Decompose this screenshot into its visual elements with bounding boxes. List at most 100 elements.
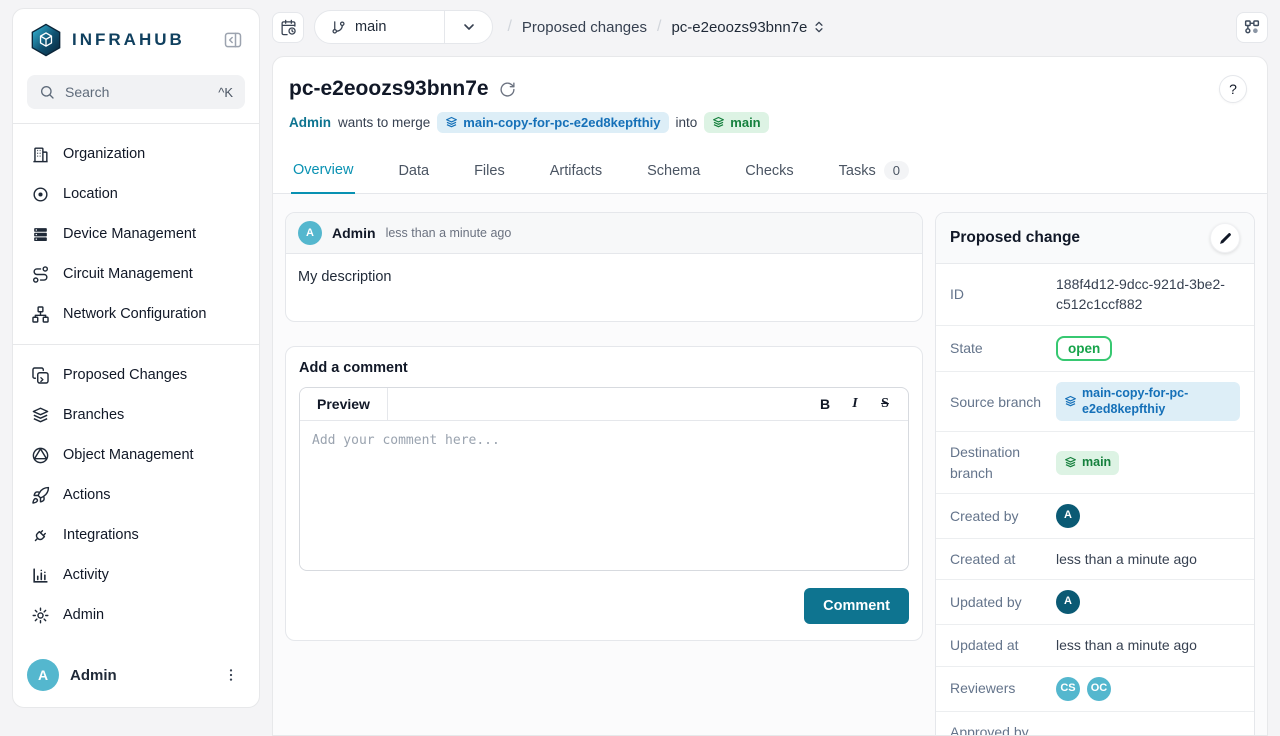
help-button[interactable]: ? [1219, 75, 1247, 103]
sidebar-item-integrations[interactable]: Integrations [13, 515, 259, 555]
layers-icon [445, 116, 458, 129]
calendar-clock-icon [280, 19, 297, 36]
comment-editor: Preview B I S [299, 387, 909, 571]
tab-data[interactable]: Data [396, 149, 431, 193]
comment-timestamp: less than a minute ago [386, 226, 512, 240]
comment-input[interactable] [300, 421, 908, 567]
reviewer-avatar: OC [1087, 677, 1111, 701]
sidebar-user[interactable]: A Admin [13, 645, 259, 707]
tasks-count-badge: 0 [884, 161, 909, 180]
kebab-menu-icon[interactable] [219, 663, 243, 687]
branch-selector-value: main [315, 11, 444, 43]
chevrons-up-down-icon [812, 20, 826, 34]
created-at-value: less than a minute ago [1044, 549, 1240, 569]
search-icon [39, 84, 55, 100]
search-shortcut: ^K [218, 85, 233, 100]
sidebar-item-location[interactable]: Location [13, 174, 259, 214]
format-buttons: B I S [812, 391, 908, 417]
rocket-icon [31, 486, 50, 505]
bar-chart-icon [31, 566, 50, 585]
source-branch-badge[interactable]: main-copy-for-pc-e2ed8kepfthiy [437, 112, 668, 133]
panel-row-created-by: Created by A [936, 494, 1254, 539]
panel-row-id: ID 188f4d12-9dcc-921d-3be2-c512c1ccf882 [936, 264, 1254, 326]
sidebar: INFRAHUB Search ^K Organization [12, 8, 260, 708]
reviewer-avatar: CS [1056, 677, 1080, 701]
italic-button[interactable]: I [842, 391, 868, 417]
sidebar-item-organization[interactable]: Organization [13, 134, 259, 174]
source-branch-badge[interactable]: main-copy-for-pc-e2ed8kepfthiy [1056, 382, 1240, 421]
sidebar-item-network-configuration[interactable]: Network Configuration [13, 294, 259, 334]
sidebar-item-label: Location [63, 186, 118, 202]
time-travel-button[interactable] [272, 12, 304, 43]
edit-button[interactable] [1210, 223, 1240, 253]
breadcrumb-current[interactable]: pc-e2eoozs93bnn7e [671, 19, 826, 36]
sidebar-collapse-icon[interactable] [221, 28, 245, 52]
building-icon [31, 145, 50, 164]
details-column: Proposed change ID 188f4d12-9dcc-921d-3b… [935, 212, 1255, 723]
destination-branch-badge[interactable]: main [1056, 451, 1119, 475]
tab-schema[interactable]: Schema [645, 149, 702, 193]
sidebar-item-device-management[interactable]: Device Management [13, 214, 259, 254]
comment-submit-button[interactable]: Comment [804, 588, 909, 624]
sidebar-item-admin[interactable]: Admin [13, 595, 259, 635]
panel-row-updated-by: Updated by A [936, 580, 1254, 625]
created-by-avatar: A [1056, 504, 1080, 528]
panel-row-approved-by: Approved by [936, 712, 1254, 735]
infrahub-logo-icon [29, 23, 63, 57]
refresh-icon[interactable] [499, 81, 516, 98]
breadcrumb-separator: / [657, 18, 661, 36]
network-icon [31, 305, 50, 324]
overview-content: A Admin less than a minute ago My descri… [273, 194, 1267, 735]
tab-checks[interactable]: Checks [743, 149, 795, 193]
branch-selector[interactable]: main [314, 10, 493, 44]
sphere-icon [31, 446, 50, 465]
sidebar-item-circuit-management[interactable]: Circuit Management [13, 254, 259, 294]
target-branch-badge[interactable]: main [704, 112, 768, 133]
sidebar-item-object-management[interactable]: Object Management [13, 435, 259, 475]
sidebar-group-schema: Organization Location Device Management [13, 124, 259, 344]
graph-view-button[interactable] [1236, 12, 1268, 43]
sidebar-item-label: Activity [63, 567, 109, 583]
brand-wordmark: INFRAHUB [72, 30, 221, 50]
sidebar-item-label: Integrations [63, 527, 139, 543]
tab-bar: Overview Data Files Artifacts Schema Che… [273, 149, 1267, 194]
add-comment-title: Add a comment [299, 360, 909, 376]
sidebar-item-label: Admin [63, 607, 104, 623]
layers-icon [1064, 395, 1077, 408]
comment-author-name: Admin [332, 225, 376, 241]
breadcrumb-proposed-changes[interactable]: Proposed changes [522, 19, 647, 36]
panel-row-reviewers: Reviewers CS OC [936, 667, 1254, 712]
breadcrumb: / Proposed changes / pc-e2eoozs93bnn7e [507, 18, 826, 36]
preview-tab[interactable]: Preview [300, 388, 388, 420]
layers-icon [712, 116, 725, 129]
main-content: pc-e2eoozs93bnn7e ? Admin wants to merge… [272, 56, 1268, 736]
location-icon [31, 185, 50, 204]
search-input[interactable]: Search ^K [27, 75, 245, 109]
sidebar-item-proposed-changes[interactable]: Proposed Changes [13, 355, 259, 395]
route-icon [31, 265, 50, 284]
sidebar-group-platform: Proposed Changes Branches Object Managem… [13, 345, 259, 645]
sidebar-item-branches[interactable]: Branches [13, 395, 259, 435]
breadcrumb-separator: / [507, 18, 511, 36]
add-comment-card: Add a comment Preview B I S Comment [285, 346, 923, 641]
page-title: pc-e2eoozs93bnn7e [289, 77, 489, 101]
bold-button[interactable]: B [812, 391, 838, 417]
sidebar-item-activity[interactable]: Activity [13, 555, 259, 595]
tab-files[interactable]: Files [472, 149, 507, 193]
panel-row-destination-branch: Destination branch main [936, 432, 1254, 494]
sidebar-item-label: Proposed Changes [63, 367, 187, 383]
plug-icon [31, 526, 50, 545]
sidebar-item-label: Actions [63, 487, 111, 503]
strikethrough-button[interactable]: S [872, 391, 898, 417]
branch-selector-toggle[interactable] [444, 11, 492, 43]
sidebar-item-label: Circuit Management [63, 266, 193, 282]
tab-tasks[interactable]: Tasks 0 [837, 149, 911, 193]
user-name: Admin [70, 667, 208, 684]
panel-row-created-at: Created at less than a minute ago [936, 539, 1254, 580]
tab-overview[interactable]: Overview [291, 149, 355, 194]
sidebar-item-actions[interactable]: Actions [13, 475, 259, 515]
tab-artifacts[interactable]: Artifacts [548, 149, 604, 193]
merge-author-link[interactable]: Admin [289, 115, 331, 130]
merge-preposition-text: into [676, 115, 698, 130]
user-avatar: A [27, 659, 59, 691]
